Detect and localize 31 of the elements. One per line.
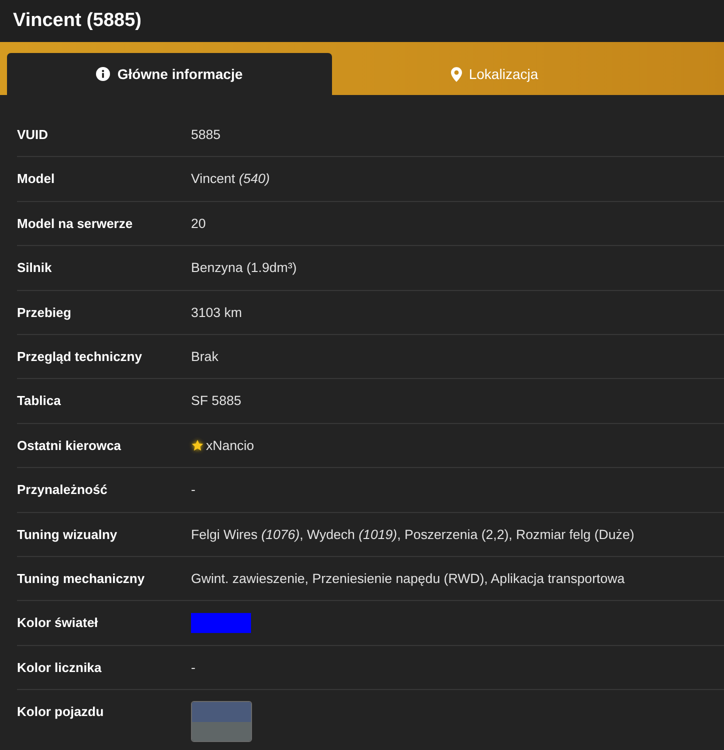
row-label: Tuning wizualny bbox=[17, 526, 118, 544]
tab[interactable]: Główne informacje bbox=[7, 53, 332, 95]
map-pin-icon bbox=[450, 66, 462, 82]
row-value: Vincent (540) bbox=[191, 171, 270, 186]
player-name: xNancio bbox=[206, 436, 254, 455]
row-value: Gwint. zawieszenie, Przeniesienie napędu (RWD), Aplikacja transportowa bbox=[191, 571, 625, 586]
row-label: Tablica bbox=[17, 392, 61, 410]
row-value: Brak bbox=[191, 349, 218, 364]
row-label: Kolor świateł bbox=[17, 614, 98, 632]
star-icon bbox=[191, 439, 204, 452]
row-label: Model bbox=[17, 170, 55, 188]
row-value: 5885 bbox=[191, 127, 221, 142]
row-label: Przegląd techniczny bbox=[17, 348, 142, 366]
row-label: Kolor pojazdu bbox=[17, 703, 104, 722]
info-icon bbox=[96, 67, 110, 81]
row-label: Tuning mechaniczny bbox=[17, 570, 145, 588]
row-label: Silnik bbox=[17, 259, 52, 278]
row-value: 3103 km bbox=[191, 304, 242, 320]
row-value: 20 bbox=[191, 216, 206, 231]
row-value: Benzyna (1.9dm³) bbox=[191, 260, 297, 276]
row-label: Model na serwerze bbox=[17, 214, 133, 233]
row-label: Przynależność bbox=[17, 481, 108, 500]
row-label: Ostatni kierowca bbox=[17, 436, 122, 455]
row-value: - bbox=[191, 482, 196, 498]
row-label: Kolor licznika bbox=[17, 658, 102, 677]
row-value: Felgi Wires (1076), Wydech (1019), Poszerzenia (2,2), Rozmiar felg (Duże) bbox=[191, 526, 634, 542]
row-value: - bbox=[191, 660, 196, 675]
row-label: VUID bbox=[17, 126, 48, 144]
vehicle-title: Vincent (5885) bbox=[13, 8, 142, 33]
row-value: SF 5885 bbox=[191, 393, 242, 408]
row-label: Przebieg bbox=[17, 304, 72, 322]
